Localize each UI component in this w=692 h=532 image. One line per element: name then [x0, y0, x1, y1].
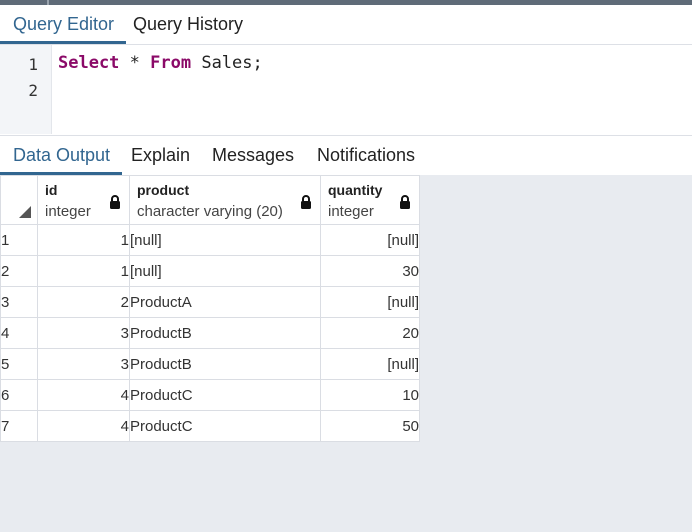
row-number[interactable]: 2 — [0, 255, 38, 287]
tab-label: Query Editor — [13, 14, 115, 34]
tab-label: Messages — [212, 145, 295, 165]
cell-product[interactable]: [null] — [129, 224, 321, 256]
row-number[interactable]: 4 — [0, 317, 38, 349]
result-grid: id integer product character varying (20… — [0, 175, 420, 442]
sql-editor[interactable]: 1 2 Select * From Sales; — [0, 45, 692, 134]
cell-product[interactable]: ProductB — [129, 348, 321, 380]
line-number: 1 — [28, 55, 38, 74]
table-row[interactable]: 3 2 ProductA [null] — [0, 286, 420, 318]
column-type: character varying (20) — [137, 203, 283, 220]
cell-product[interactable]: [null] — [129, 255, 321, 287]
row-number[interactable]: 3 — [0, 286, 38, 318]
lock-icon — [110, 195, 120, 209]
column-name: product — [137, 182, 190, 198]
row-number[interactable]: 5 — [0, 348, 38, 380]
tab-explain[interactable]: Explain — [131, 136, 190, 174]
lock-icon — [400, 195, 410, 209]
tab-label: Explain — [131, 145, 191, 165]
column-name: quantity — [328, 182, 383, 198]
code-text: Sales; — [191, 53, 263, 73]
tab-data-output[interactable]: Data Output — [0, 136, 123, 175]
line-number-gutter: 1 2 — [0, 45, 52, 134]
tab-label: Query History — [133, 14, 244, 34]
tab-messages[interactable]: Messages — [212, 136, 294, 174]
table-row[interactable]: 4 3 ProductB 20 — [0, 317, 420, 349]
keyword-from: From — [150, 53, 192, 73]
code-line-1[interactable]: Select * From Sales; — [58, 53, 263, 73]
cell-product[interactable]: ProductC — [129, 410, 321, 442]
column-type: integer — [328, 203, 374, 220]
row-number[interactable]: 6 — [0, 379, 38, 411]
header-row: id integer product character varying (20… — [0, 175, 420, 225]
select-all-corner[interactable] — [0, 175, 38, 225]
editor-tab-bar: Query Editor Query History — [0, 5, 692, 45]
corner-triangle-icon — [19, 206, 31, 218]
cell-id[interactable]: 4 — [37, 379, 130, 411]
column-header-id[interactable]: id integer — [37, 175, 130, 225]
line-number: 2 — [28, 81, 38, 100]
column-header-product[interactable]: product character varying (20) — [129, 175, 321, 225]
cell-quantity[interactable]: 30 — [320, 255, 420, 287]
cell-quantity[interactable]: 20 — [320, 317, 420, 349]
keyword-select: Select — [58, 53, 120, 73]
column-name: id — [45, 182, 58, 198]
cell-quantity[interactable]: 10 — [320, 379, 420, 411]
tab-label: Data Output — [13, 145, 111, 165]
output-tab-bar: Data Output Explain Messages Notificatio… — [0, 135, 692, 176]
data-output-panel: id integer product character varying (20… — [0, 175, 692, 532]
tab-query-history[interactable]: Query History — [133, 5, 243, 43]
row-number[interactable]: 1 — [0, 224, 38, 256]
cell-quantity[interactable]: 50 — [320, 410, 420, 442]
cell-id[interactable]: 2 — [37, 286, 130, 318]
column-type: integer — [45, 203, 91, 220]
cell-id[interactable]: 4 — [37, 410, 130, 442]
tab-label: Notifications — [317, 145, 416, 165]
cell-product[interactable]: ProductB — [129, 317, 321, 349]
row-number[interactable]: 7 — [0, 410, 38, 442]
cell-id[interactable]: 1 — [37, 224, 130, 256]
table-row[interactable]: 2 1 [null] 30 — [0, 255, 420, 287]
table-row[interactable]: 7 4 ProductC 50 — [0, 410, 420, 442]
table-row[interactable]: 1 1 [null] [null] — [0, 224, 420, 256]
tab-notifications[interactable]: Notifications — [317, 136, 415, 174]
table-row[interactable]: 6 4 ProductC 10 — [0, 379, 420, 411]
cell-id[interactable]: 3 — [37, 317, 130, 349]
cell-id[interactable]: 1 — [37, 255, 130, 287]
result-rows: 1 1 [null] [null] 2 1 [null] 30 3 2 ProductA [null]… — [0, 224, 420, 442]
code-symbol: * — [119, 53, 151, 73]
cell-quantity[interactable]: [null] — [320, 348, 420, 380]
lock-icon — [301, 195, 311, 209]
column-header-quantity[interactable]: quantity integer — [320, 175, 420, 225]
tab-query-editor[interactable]: Query Editor — [0, 5, 127, 44]
active-tab-indicator — [0, 41, 127, 44]
cell-quantity[interactable]: [null] — [320, 286, 420, 318]
cell-product[interactable]: ProductC — [129, 379, 321, 411]
cell-quantity[interactable]: [null] — [320, 224, 420, 256]
table-row[interactable]: 5 3 ProductB [null] — [0, 348, 420, 380]
cell-product[interactable]: ProductA — [129, 286, 321, 318]
cell-id[interactable]: 3 — [37, 348, 130, 380]
